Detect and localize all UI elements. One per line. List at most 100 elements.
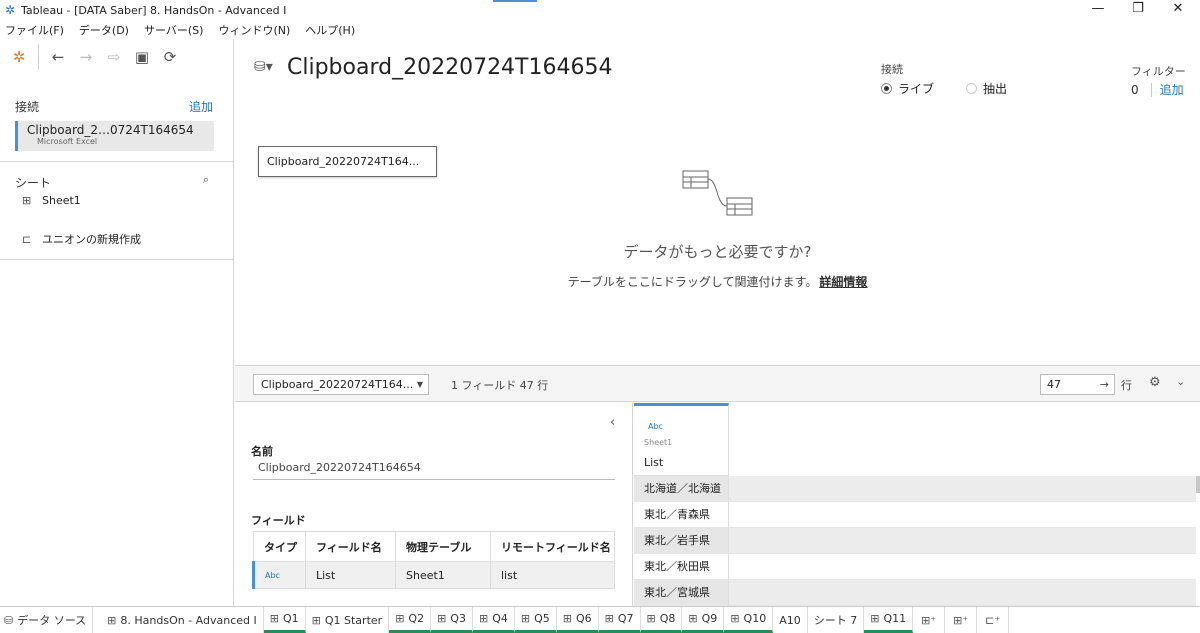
sheet-grid-icon: ⊞	[520, 612, 531, 625]
menu-data[interactable]: データ(D)	[79, 22, 129, 38]
minimize-button[interactable]: —	[1080, 0, 1116, 20]
tab-q1[interactable]: ⊞ Q1	[263, 607, 306, 633]
tableau-home-icon[interactable]: ✲	[8, 46, 30, 68]
tab-label: Q11	[883, 612, 907, 625]
remote-field-cell: list	[490, 561, 615, 589]
chevron-down-icon[interactable]: ⌄	[1176, 375, 1185, 388]
metadata-pane: ‹ 名前 Clipboard_20220724T164654 フィールド タイプ…	[235, 403, 633, 606]
string-type-icon[interactable]: Abc	[648, 422, 663, 431]
add-connection-link[interactable]: 追加	[189, 98, 213, 115]
column-header-type[interactable]: タイプ	[253, 531, 306, 562]
menu-window[interactable]: ウィンドウ(N)	[218, 22, 290, 38]
tab-q3[interactable]: ⊞ Q3	[431, 607, 473, 633]
tab-q5[interactable]: ⊞ Q5	[514, 607, 557, 633]
back-icon[interactable]: ←	[47, 46, 69, 68]
sheet-grid-icon: ⊞	[478, 612, 489, 625]
add-filter-link[interactable]: 追加	[1160, 81, 1184, 98]
tab-label: Q7	[617, 612, 634, 625]
menu-file[interactable]: ファイル(F)	[5, 22, 64, 38]
extract-label[interactable]: 抽出	[983, 80, 1007, 97]
sheet-grid-icon: ⊞	[395, 612, 405, 625]
filters-count: 0	[1131, 82, 1139, 97]
tab-q1-starter[interactable]: ⊞ Q1 Starter	[306, 607, 390, 633]
table-row[interactable]: 北海道／北海道	[634, 476, 1196, 502]
tab-q10[interactable]: ⊞ Q10	[724, 607, 774, 633]
tab-q9[interactable]: ⊞ Q9	[682, 607, 725, 633]
table-row[interactable]: Abc List Sheet1 list	[252, 561, 615, 589]
tab-q6[interactable]: ⊞ Q6	[556, 607, 599, 633]
table-dropdown[interactable]: Clipboard_20220724T164... ▼	[253, 374, 429, 395]
rows-input[interactable]: 47 →	[1040, 374, 1115, 395]
sheet-item-sheet1[interactable]: ⊞ Sheet1	[22, 194, 81, 207]
new-union-item[interactable]: ⊏ ユニオンの新規作成	[22, 231, 141, 247]
table-row[interactable]: 東北／秋田県	[634, 554, 1196, 580]
chevron-left-icon[interactable]: ‹	[610, 415, 615, 430]
tab-q8[interactable]: ⊞ Q8	[640, 607, 683, 633]
tab-label: Q6	[575, 612, 592, 625]
forward-icon[interactable]: →	[75, 46, 97, 68]
datasource-title[interactable]: Clipboard_20220724T164654	[287, 55, 612, 80]
table-row[interactable]: 東北／青森県	[634, 502, 1196, 528]
sheet-grid-icon: ⊞	[646, 612, 656, 625]
grid-cell: 東北／宮城県	[634, 580, 729, 606]
search-icon[interactable]: ⌕	[203, 173, 209, 187]
details-link[interactable]: 詳細情報	[819, 275, 867, 289]
filters-box: フィルター 0 追加	[1131, 63, 1186, 98]
field-type-abc-icon[interactable]: Abc	[252, 561, 306, 589]
column-header-field-name[interactable]: フィールド名	[305, 531, 396, 562]
name-label: 名前	[251, 445, 273, 458]
connection-mode: 接続 ライブ 抽出	[881, 61, 1007, 97]
new-story-button[interactable]: ⊏⁺	[977, 607, 1010, 633]
column-header-physical-table[interactable]: 物理テーブル	[395, 531, 491, 562]
connections-label: 接続	[15, 100, 40, 114]
tab-label: Q10	[743, 612, 767, 625]
fields-label: フィールド	[251, 514, 306, 527]
tab-label: シート 7	[813, 614, 858, 627]
grid-cell: 北海道／北海道	[634, 476, 729, 502]
gear-icon[interactable]: ⚙	[1149, 375, 1161, 390]
table-row[interactable]: 東北／岩手県	[634, 528, 1196, 554]
new-dashboard-icon: ⊞⁺	[953, 613, 969, 627]
new-worksheet-button[interactable]: ⊞⁺	[913, 607, 946, 633]
sidebar-divider	[0, 161, 233, 162]
tab-data-source[interactable]: ⛁ データ ソース	[0, 607, 94, 633]
tab-q4[interactable]: ⊞ Q4	[472, 607, 515, 633]
tab-label: Q9	[701, 612, 718, 625]
close-button[interactable]: ✕	[1160, 0, 1196, 20]
save-icon[interactable]: ▣	[131, 46, 153, 68]
filters-label: フィルター	[1131, 65, 1186, 78]
name-value[interactable]: Clipboard_20220724T164654	[258, 461, 421, 474]
tab-label: Q4	[492, 612, 508, 625]
grid-cell: 東北／青森県	[634, 502, 729, 528]
extract-radio[interactable]	[966, 83, 978, 94]
redo-icon[interactable]: ⇨	[103, 46, 125, 68]
tab-q2[interactable]: ⊞ Q2	[389, 607, 432, 633]
connection-item[interactable]: Clipboard_2…0724T164654 Microsoft Excel	[15, 121, 214, 151]
new-dashboard-button[interactable]: ⊞⁺	[945, 607, 978, 633]
window-title: Tableau - [DATA Saber] 8. HandsOn - Adva…	[21, 3, 287, 17]
column-header-list[interactable]: Abc Sheet1 List	[634, 403, 729, 476]
tab-q11[interactable]: ⊞ Q11	[864, 607, 914, 633]
vertical-scrollbar[interactable]	[1196, 476, 1200, 493]
column-header-remote-field-name[interactable]: リモートフィールド名	[490, 531, 615, 562]
tab-a10[interactable]: A10	[773, 607, 808, 633]
connection-type: Microsoft Excel	[37, 137, 98, 146]
main-canvas: ⛁▾ Clipboard_20220724T164654 接続 ライブ 抽出 フ…	[235, 39, 1200, 369]
tab-sheet7[interactable]: シート 7	[808, 607, 865, 633]
tab-q7[interactable]: ⊞ Q7	[598, 607, 641, 633]
live-label[interactable]: ライブ	[898, 80, 934, 97]
rows-go-icon[interactable]: →	[1100, 375, 1109, 394]
sidebar-divider	[0, 259, 233, 260]
refresh-icon[interactable]: ⟳	[159, 46, 181, 68]
menu-help[interactable]: ヘルプ(H)	[305, 22, 355, 38]
menu-server[interactable]: サーバー(S)	[144, 22, 203, 38]
live-radio[interactable]	[881, 83, 892, 94]
connection-mode-options: ライブ 抽出	[881, 80, 1007, 97]
tab-dashboard-handson[interactable]: ⊞ 8. HandsOn - Advanced I	[93, 607, 264, 633]
datasource-cylinder-icon[interactable]: ⛁▾	[254, 59, 273, 75]
restore-button[interactable]: ❐	[1120, 0, 1156, 20]
table-row[interactable]: 東北／宮城県	[634, 580, 1196, 606]
join-tables-illustration-icon	[682, 170, 753, 216]
tab-label: Q1 Starter	[324, 613, 383, 627]
logical-table-chip[interactable]: Clipboard_20220724T164...	[258, 146, 437, 177]
